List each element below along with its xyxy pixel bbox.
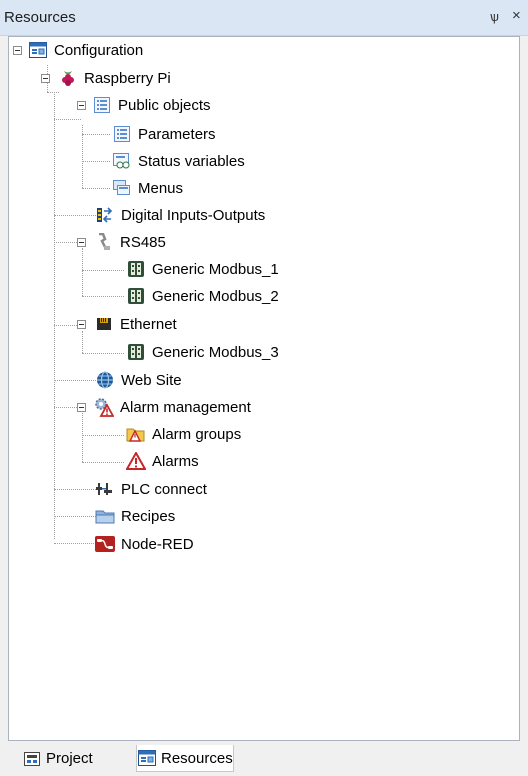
tree-item-label: Ethernet [120,315,177,333]
tree-item-alarm-management[interactable]: Alarm management [77,394,251,420]
close-icon[interactable]: × [512,7,521,24]
tree-item-web-site[interactable]: Web Site [95,367,182,393]
collapse-toggle-icon[interactable] [77,402,86,412]
tree-item-parameters[interactable]: Parameters [112,121,216,147]
tab-label: Project [46,750,93,767]
tree-item-label: PLC connect [121,480,207,498]
web-site-icon [95,370,115,390]
ethernet-icon [94,314,114,334]
tree-item-generic-modbus-3[interactable]: Generic Modbus_3 [126,339,279,365]
resource-tree: Configuration Raspberry Pi Public object… [8,36,520,741]
tree-item-menus[interactable]: Menus [112,175,183,201]
tree-item-label: Digital Inputs-Outputs [121,206,266,224]
tab-project[interactable]: Project [22,745,132,772]
tree-item-label: Web Site [121,371,182,389]
tree-item-recipes[interactable]: Recipes [95,503,175,529]
tree-item-public-objects[interactable]: Public objects [77,92,211,118]
tree-item-label: Generic Modbus_2 [152,287,279,305]
tree-item-label: Alarm management [120,398,251,416]
tree-item-label: Alarm groups [152,425,242,443]
modbus-device-icon [126,259,146,279]
project-icon [22,749,42,769]
tree-item-label: Menus [138,179,184,197]
collapse-toggle-icon[interactable] [13,45,22,55]
tree-item-alarms[interactable]: Alarms [126,448,199,474]
panel-tab-strip: Project Resources [0,741,528,776]
recipes-icon [95,506,115,526]
panel-title-bar: Resources ѱ × [0,0,528,36]
rs485-icon [94,232,114,252]
tree-item-label: Status variables [138,152,245,170]
tab-label: Resources [161,749,233,767]
status-variables-icon [112,151,132,171]
alarm-warning-icon [126,451,146,471]
tree-item-generic-modbus-1[interactable]: Generic Modbus_1 [126,256,279,282]
tree-item-label: Configuration [54,41,144,59]
tree-item-label: RS485 [120,233,166,251]
collapse-toggle-icon[interactable] [41,73,50,83]
modbus-device-icon [126,286,146,306]
node-red-icon [95,534,115,554]
collapse-toggle-icon[interactable] [77,100,86,110]
panel-title: Resources [4,9,76,26]
tab-resources[interactable]: Resources [136,745,234,772]
tree-item-label: Recipes [121,507,176,525]
collapse-toggle-icon[interactable] [77,319,86,329]
tree-item-alarm-groups[interactable]: Alarm groups [126,421,241,447]
alarm-management-icon [94,397,114,417]
collapse-toggle-icon[interactable] [77,237,86,247]
raspberry-pi-icon [58,68,78,88]
pin-icon[interactable]: ѱ [490,9,499,24]
tree-item-plc-connect[interactable]: PLC connect [95,476,207,502]
tree-item-label: Raspberry Pi [84,69,171,87]
parameters-icon [112,124,132,144]
modbus-device-icon [126,342,146,362]
plc-connect-icon [95,479,115,499]
tree-item-label: Alarms [152,452,199,470]
tree-item-label: Node-RED [121,535,194,553]
public-objects-icon [92,95,112,115]
alarm-groups-icon [126,424,146,444]
configuration-icon [28,40,48,60]
tree-item-label: Parameters [138,125,216,143]
tree-item-rs485[interactable]: RS485 [77,229,166,255]
tree-item-raspberry-pi[interactable]: Raspberry Pi [41,65,171,91]
tree-item-generic-modbus-2[interactable]: Generic Modbus_2 [126,283,279,309]
digital-io-icon [95,205,115,225]
tree-item-configuration[interactable]: Configuration [13,37,143,63]
resources-icon [137,748,157,768]
tree-item-label: Generic Modbus_3 [152,343,279,361]
tree-item-status-variables[interactable]: Status variables [112,148,245,174]
tree-item-digital-inputs-outputs[interactable]: Digital Inputs-Outputs [95,202,265,228]
tree-item-label: Generic Modbus_1 [152,260,279,278]
tree-item-label: Public objects [118,96,211,114]
tree-item-node-red[interactable]: Node-RED [95,531,194,557]
tree-item-ethernet[interactable]: Ethernet [77,311,177,337]
resources-panel: Resources ѱ × Configuration Raspberry Pi… [0,0,528,776]
menus-icon [112,178,132,198]
